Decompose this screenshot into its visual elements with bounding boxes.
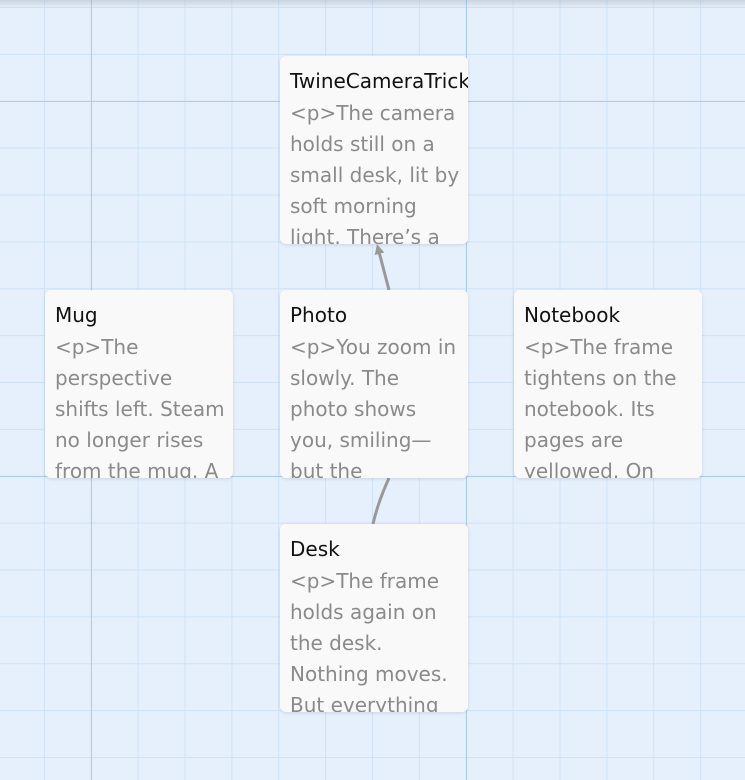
connection-desk-to-photo [371,477,391,525]
passage-card-photo[interactable]: Photo <p>You zoom in slowly. The photo s… [280,290,468,478]
passage-excerpt: <p>You zoom in slowly. The photo shows y… [290,335,457,478]
passage-excerpt: <p>The perspective shifts left. Steam no… [55,335,225,478]
story-map-canvas[interactable]: TwineCameraTrick <p>The camera holds sti… [0,0,745,780]
passage-title: Notebook [524,303,621,327]
passage-title: Photo [290,303,348,327]
passage-card-twinecameratrick[interactable]: TwineCameraTrick <p>The camera holds sti… [280,56,468,244]
passage-excerpt: <p>The camera holds still on a small des… [290,101,460,244]
passage-card-notebook[interactable]: Notebook <p>The frame tightens on the no… [514,290,702,478]
passage-card-mug[interactable]: Mug <p>The perspective shifts left. Stea… [45,290,233,478]
passage-excerpt: <p>The frame holds again on the desk. No… [290,569,448,712]
passage-title: Desk [290,537,340,561]
passage-title: TwineCameraTrick [290,69,468,93]
passage-title: Mug [55,303,98,327]
connection-photo-to-twinecameratrick [374,244,391,291]
passage-excerpt: <p>The frame tightens on the notebook. I… [524,335,677,478]
passage-card-desk[interactable]: Desk <p>The frame holds again on the des… [280,524,468,712]
